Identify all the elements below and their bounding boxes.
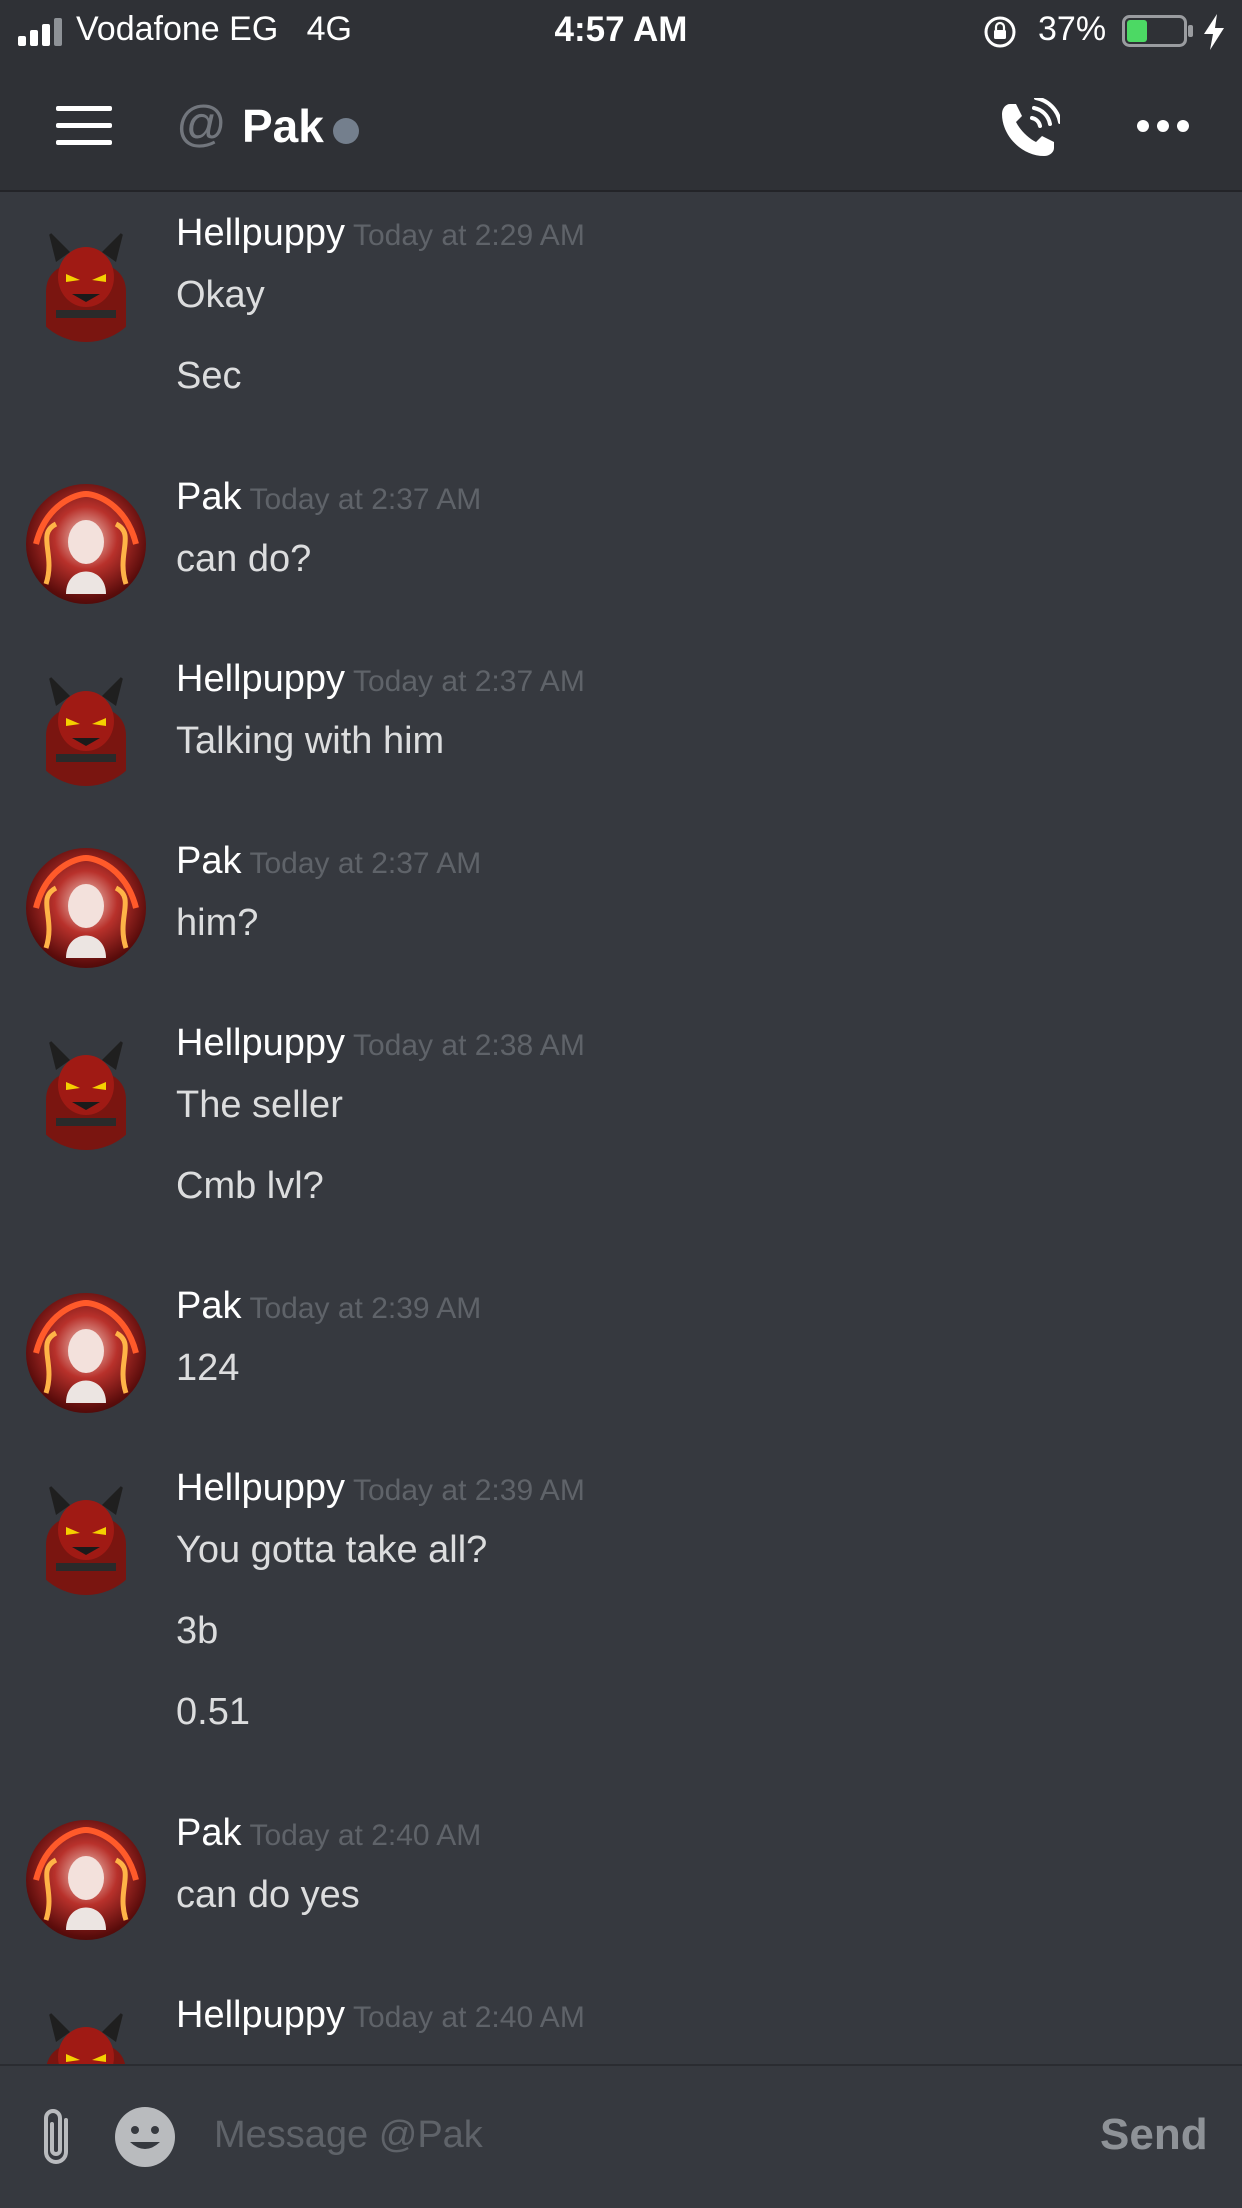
message-text: Cmb lvl? [176, 1165, 324, 1207]
battery-percent: 37% [1038, 10, 1107, 48]
message-group: Pak Today at 2:39 AM 124 [0, 1285, 1242, 1415]
battery-icon [1122, 15, 1193, 47]
message-author[interactable]: Pak Today at 2:37 AM [176, 476, 481, 519]
avatar[interactable] [26, 222, 146, 342]
message-timestamp: Today at 2:39 AM [353, 1474, 585, 1507]
call-icon[interactable] [996, 98, 1060, 162]
message-list[interactable]: Hellpuppy Today at 2:29 AM Okay Sec Pak To… [0, 192, 1242, 2064]
message-timestamp: Today at 2:37 AM [353, 665, 585, 698]
message-author[interactable]: Hellpuppy Today at 2:37 AM [176, 658, 585, 701]
message-group: Pak Today at 2:40 AM can do yes [0, 1812, 1242, 1942]
message-timestamp: Today at 2:38 AM [353, 1029, 585, 1062]
avatar[interactable] [26, 666, 146, 786]
message-timestamp: Today at 2:40 AM [353, 2001, 585, 2034]
anime-avatar-icon [33, 1826, 139, 1930]
message-timestamp: Today at 2:39 AM [249, 1292, 482, 1325]
anime-avatar-icon [33, 854, 139, 958]
message-group: Pak Today at 2:37 AM can do? [0, 476, 1242, 606]
message-author[interactable]: Hellpuppy Today at 2:29 AM [176, 212, 585, 255]
message-author[interactable]: Pak Today at 2:40 AM [176, 1812, 481, 1855]
avatar[interactable] [26, 1293, 146, 1413]
message-author[interactable]: Pak Today at 2:37 AM [176, 840, 481, 883]
attachment-icon[interactable] [36, 2106, 76, 2170]
send-button[interactable]: Send [1100, 2102, 1208, 2168]
message-group: Hellpuppy Today at 2:38 AM The seller Cmb… [0, 1022, 1242, 1232]
message-author[interactable]: Pak Today at 2:39 AM [176, 1285, 481, 1328]
message-group: Pak Today at 2:37 AM him? [0, 840, 1242, 970]
message-text: 124 [176, 1347, 240, 1389]
message-composer: Send [0, 2064, 1242, 2208]
at-sign-icon: @ [176, 96, 227, 152]
message-text: Talking with him [176, 720, 445, 762]
avatar[interactable] [26, 848, 146, 968]
more-options-icon[interactable] [1136, 116, 1190, 136]
devil-avatar-icon [46, 1483, 126, 1595]
avatar[interactable] [26, 2002, 146, 2064]
message-group: Hellpuppy Today at 2:29 AM Okay Sec [0, 212, 1242, 432]
chat-header: @ Pak [0, 62, 1242, 192]
message-text: You gotta take all? [176, 1529, 488, 1571]
message-author[interactable]: Hellpuppy Today at 2:38 AM [176, 1022, 585, 1065]
message-group: Hellpuppy Today at 2:37 AM Talking with h… [0, 658, 1242, 788]
devil-avatar-icon [46, 674, 126, 786]
presence-status-dot [333, 118, 359, 144]
message-author[interactable]: Hellpuppy Today at 2:40 AM [176, 1994, 585, 2037]
rotation-lock-icon [984, 16, 1016, 48]
message-text: Sec [176, 355, 242, 397]
message-text: 3b [176, 1610, 219, 1652]
message-text: Okay [176, 274, 265, 316]
message-timestamp: Today at 2:40 AM [249, 1819, 482, 1852]
message-input[interactable] [214, 2102, 1034, 2168]
message-group: Hellpuppy Today at 2:39 AM You gotta take… [0, 1467, 1242, 1757]
avatar[interactable] [26, 1820, 146, 1940]
avatar[interactable] [26, 1475, 146, 1595]
hamburger-menu-icon[interactable] [56, 106, 112, 146]
emoji-icon[interactable] [114, 2106, 176, 2168]
charging-bolt-icon [1204, 14, 1224, 50]
message-group: Hellpuppy Today at 2:40 AM [0, 1994, 1242, 2064]
message-author[interactable]: Hellpuppy Today at 2:39 AM [176, 1467, 585, 1510]
devil-avatar-icon [47, 2010, 125, 2064]
message-text: 0.51 [176, 1691, 250, 1733]
page-title[interactable]: Pak [242, 98, 324, 154]
status-bar: Vodafone EG 4G 4:57 AM 37% [0, 0, 1242, 62]
avatar[interactable] [26, 1030, 146, 1150]
devil-avatar-icon [46, 230, 126, 342]
message-timestamp: Today at 2:29 AM [353, 219, 585, 252]
message-text: can do? [176, 538, 312, 580]
message-timestamp: Today at 2:37 AM [249, 847, 482, 880]
message-text: can do yes [176, 1874, 360, 1916]
message-text: The seller [176, 1084, 343, 1126]
devil-avatar-icon [46, 1038, 126, 1150]
anime-avatar-icon [33, 490, 139, 594]
avatar[interactable] [26, 484, 146, 604]
message-timestamp: Today at 2:37 AM [249, 483, 482, 516]
message-text: him? [176, 902, 259, 944]
anime-avatar-icon [33, 1299, 139, 1403]
